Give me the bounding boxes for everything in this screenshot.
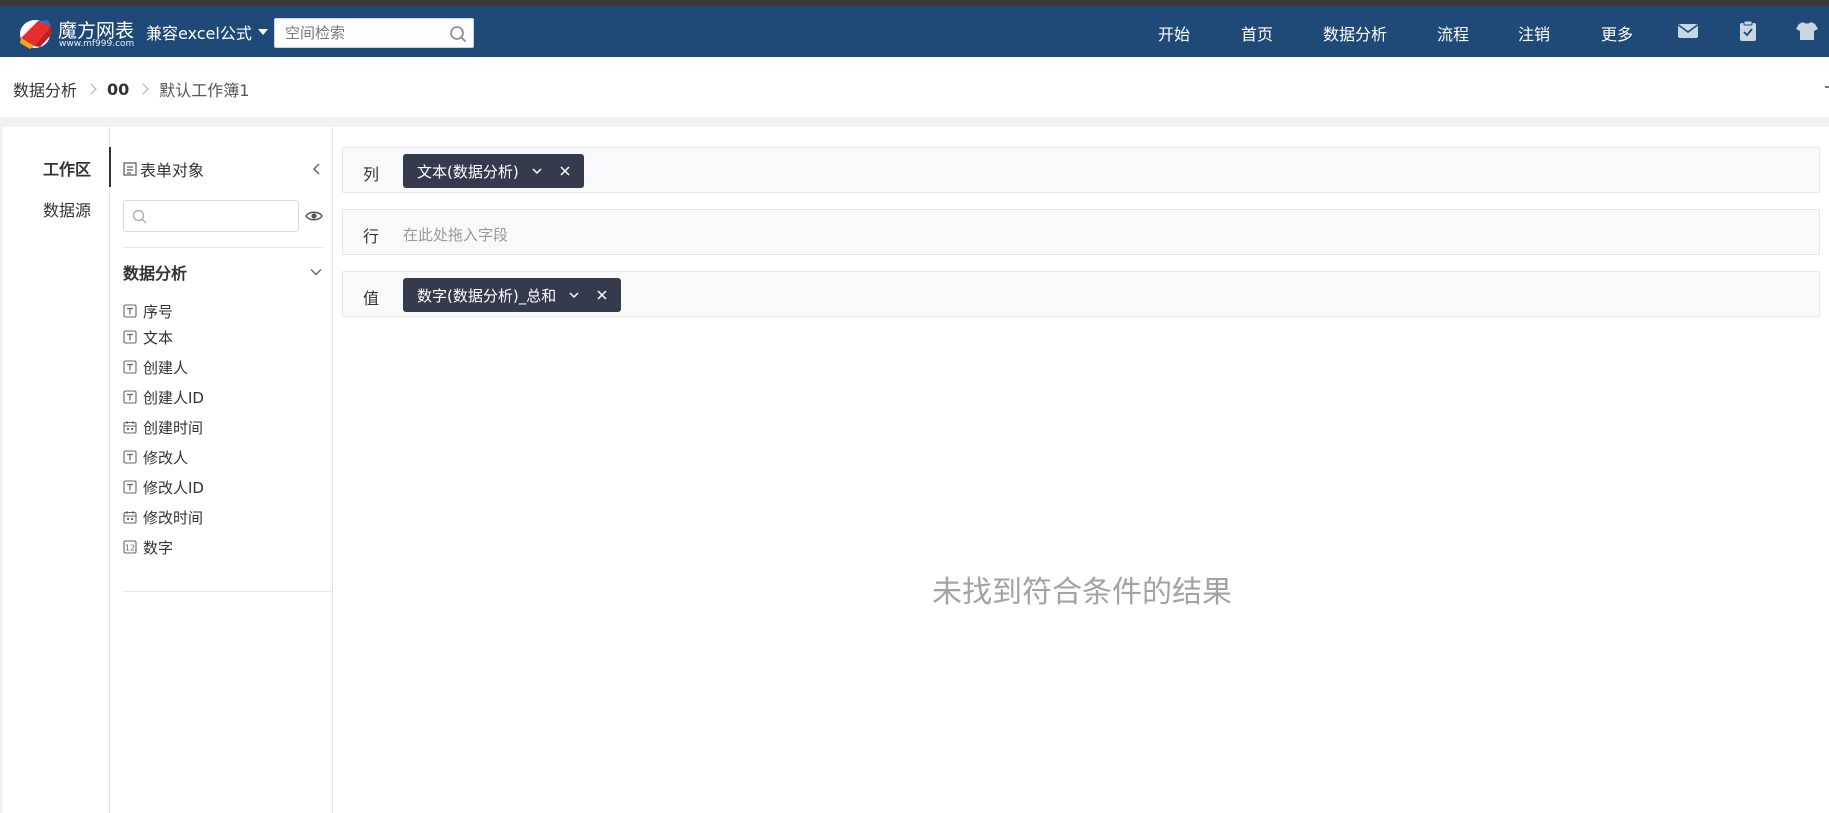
nav-home[interactable]: 首页: [1241, 21, 1273, 45]
tab-workspace[interactable]: 工作区: [43, 156, 91, 180]
text-field-icon: [123, 390, 137, 404]
breadcrumb-item-workbook: 默认工作簿1: [159, 81, 250, 100]
text-field-icon: [123, 450, 137, 464]
field-item-modifier-id[interactable]: 修改人ID: [123, 476, 204, 498]
text-field-icon: [123, 330, 137, 344]
empty-result-message: 未找到符合条件的结果: [932, 575, 1232, 610]
rows-shelf-label: 行: [363, 227, 380, 246]
breadcrumb-item-workspace[interactable]: 00: [107, 80, 129, 99]
field-item-text[interactable]: 文本: [123, 326, 173, 348]
space-search: [274, 18, 474, 48]
field-item-serial[interactable]: 序号: [123, 300, 173, 322]
formula-mode-label: 兼容excel公式: [146, 24, 252, 43]
chevron-right-icon: [137, 83, 149, 95]
mail-icon[interactable]: [1676, 19, 1700, 43]
field-item-created-time[interactable]: 创建时间: [123, 416, 203, 438]
field-group-header[interactable]: 数据分析: [123, 260, 323, 284]
field-label: 文本: [143, 328, 174, 347]
fields-panel-title: 表单对象: [140, 161, 205, 180]
tab-datasource[interactable]: 数据源: [43, 197, 91, 221]
field-search: [123, 200, 299, 232]
close-icon[interactable]: [559, 165, 571, 177]
number-field-icon: 12: [123, 540, 137, 554]
breadcrumb-item-data-analysis[interactable]: 数据分析: [13, 77, 77, 101]
edge-indicator: [1825, 86, 1829, 88]
breadcrumb-bar: 数据分析 00 默认工作簿1: [0, 57, 1829, 117]
field-label: 修改时间: [143, 508, 204, 527]
clipboard-icon[interactable]: [1736, 19, 1760, 43]
field-label: 序号: [143, 302, 174, 321]
field-label: 创建人ID: [143, 388, 204, 407]
field-label: 创建人: [143, 358, 189, 377]
fields-divider-top: [123, 247, 323, 248]
field-group-title: 数据分析: [123, 264, 188, 283]
logo[interactable]: 魔方网表 www.mf999.com: [18, 14, 136, 52]
field-label: 创建时间: [143, 418, 204, 437]
chevron-right-icon: [85, 83, 97, 95]
field-item-creator-id[interactable]: 创建人ID: [123, 386, 204, 408]
field-item-modifier[interactable]: 修改人: [123, 446, 188, 468]
svg-text:12: 12: [125, 544, 135, 553]
field-item-modified-time[interactable]: 修改时间: [123, 506, 203, 528]
values-shelf[interactable]: 值 数字(数据分析)_总和: [342, 271, 1820, 317]
nav-start[interactable]: 开始: [1158, 21, 1190, 45]
field-label: 数字: [143, 538, 174, 557]
breadcrumb: 数据分析 00 默认工作簿1: [13, 77, 249, 101]
nav-more[interactable]: 更多: [1601, 21, 1633, 45]
columns-shelf-label: 列: [363, 165, 380, 184]
text-field-icon: [123, 304, 137, 318]
formula-mode-dropdown[interactable]: 兼容excel公式: [146, 21, 268, 43]
nav-workflow[interactable]: 流程: [1437, 21, 1469, 45]
rows-shelf-placeholder: 在此处拖入字段: [403, 226, 509, 244]
value-field-pill[interactable]: 数字(数据分析)_总和: [403, 278, 622, 312]
side-tabs: 工作区 数据源: [3, 127, 110, 813]
field-label: 修改人ID: [143, 478, 204, 497]
field-item-creator[interactable]: 创建人: [123, 356, 188, 378]
search-icon: [132, 209, 147, 224]
chevron-down-icon[interactable]: [531, 165, 543, 177]
analysis-workspace: 列 文本(数据分析) 行 在此处拖入字段 值 数字(数据分析)_总和 未找到符合…: [342, 147, 1822, 807]
logo-url: www.mf999.com: [59, 39, 135, 49]
nav-logout[interactable]: 注销: [1518, 21, 1550, 45]
fields-panel-divider: [332, 127, 333, 813]
close-icon[interactable]: [596, 289, 608, 301]
calendar-icon: [123, 511, 137, 524]
columns-shelf[interactable]: 列 文本(数据分析): [342, 147, 1820, 193]
form-object-icon: [123, 162, 137, 176]
side-tabs-divider: [109, 127, 110, 813]
chevron-down-icon[interactable]: [568, 289, 580, 301]
field-item-number[interactable]: 12 数字: [123, 536, 173, 558]
eye-icon[interactable]: [305, 207, 323, 225]
nav-data-analysis[interactable]: 数据分析: [1323, 21, 1387, 45]
fields-panel-header: 表单对象: [123, 157, 204, 181]
text-field-icon: [123, 480, 137, 494]
main-panel: 工作区 数据源 表单对象 数据分析 序号 文本 创建人 创建人ID 创建时间 修…: [3, 127, 1829, 813]
field-label: 修改人: [143, 448, 189, 467]
values-shelf-label: 值: [363, 289, 380, 308]
rows-shelf[interactable]: 行 在此处拖入字段: [342, 209, 1820, 255]
collapse-panel-icon[interactable]: [309, 161, 325, 177]
chevron-down-icon: [310, 269, 322, 276]
column-field-pill[interactable]: 文本(数据分析): [403, 154, 584, 188]
fields-panel: 表单对象 数据分析 序号 文本 创建人 创建人ID 创建时间 修改人 修改人ID…: [111, 127, 333, 813]
field-search-input[interactable]: [150, 201, 290, 231]
shirt-icon[interactable]: [1795, 19, 1819, 43]
text-field-icon: [123, 360, 137, 374]
caret-down-icon: [257, 29, 268, 35]
search-icon[interactable]: [449, 25, 467, 43]
value-field-pill-label: 数字(数据分析)_总和: [417, 286, 557, 305]
space-search-input[interactable]: [275, 19, 435, 47]
logo-mark-icon: [20, 20, 52, 49]
fields-divider-bottom: [123, 591, 333, 592]
column-field-pill-label: 文本(数据分析): [417, 162, 519, 181]
top-header: 魔方网表 www.mf999.com 兼容excel公式 开始 首页 数据分析 …: [0, 6, 1829, 57]
calendar-icon: [123, 421, 137, 434]
